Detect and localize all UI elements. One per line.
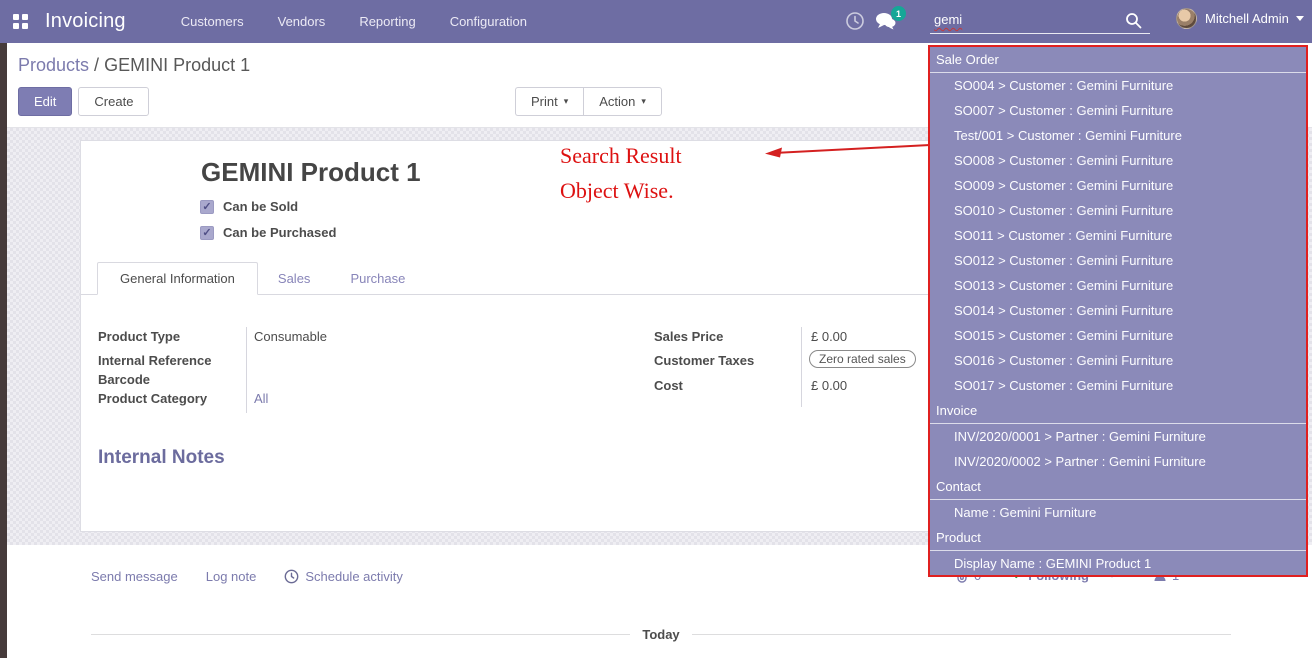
field-separator-right [801, 327, 802, 407]
can-be-purchased-row: ✓ Can be Purchased [200, 225, 336, 240]
activities-clock-icon[interactable] [845, 11, 865, 36]
dropdown-result-item[interactable]: SO013 > Customer : Gemini Furniture [930, 273, 1306, 298]
barcode-label: Barcode [98, 372, 150, 387]
dropdown-result-item[interactable]: Name : Gemini Furniture [930, 500, 1306, 525]
user-name: Mitchell Admin [1205, 11, 1289, 26]
cost-label: Cost [654, 378, 683, 393]
can-be-sold-label: Can be Sold [223, 199, 298, 214]
field-separator-left [246, 327, 247, 413]
send-message-link[interactable]: Send message [91, 569, 178, 584]
can-be-sold-row: ✓ Can be Sold [200, 199, 298, 214]
product-category-label: Product Category [98, 391, 207, 406]
menu-configuration[interactable]: Configuration [450, 14, 527, 29]
dropdown-result-item[interactable]: SO014 > Customer : Gemini Furniture [930, 298, 1306, 323]
print-action-group: Print▾ Action▾ [515, 87, 662, 116]
sales-price-value: £ 0.00 [811, 329, 847, 344]
search-dropdown: Sale OrderSO004 > Customer : Gemini Furn… [928, 45, 1308, 577]
product-category-value-link[interactable]: All [254, 391, 268, 406]
dropdown-section-header: Invoice [930, 398, 1306, 424]
top-navbar: Invoicing Customers Vendors Reporting Co… [0, 0, 1312, 43]
today-divider: Today [91, 627, 1231, 642]
internal-notes-heading: Internal Notes [98, 447, 225, 469]
menu-vendors[interactable]: Vendors [278, 14, 326, 29]
create-button[interactable]: Create [78, 87, 149, 116]
user-menu[interactable]: Mitchell Admin [1176, 8, 1304, 29]
dropdown-result-item[interactable]: SO008 > Customer : Gemini Furniture [930, 148, 1306, 173]
dropdown-section-header: Contact [930, 474, 1306, 500]
product-type-label: Product Type [98, 329, 180, 344]
log-note-link[interactable]: Log note [206, 569, 257, 584]
dropdown-result-item[interactable]: SO010 > Customer : Gemini Furniture [930, 198, 1306, 223]
breadcrumb-current: GEMINI Product 1 [104, 55, 250, 75]
menu-customers[interactable]: Customers [181, 14, 244, 29]
print-dropdown-button[interactable]: Print▾ [515, 87, 583, 116]
user-avatar [1176, 8, 1197, 29]
chevron-down-icon: ▾ [641, 96, 646, 107]
dropdown-result-item[interactable]: Display Name : GEMINI Product 1 [930, 551, 1306, 576]
schedule-activity-link[interactable]: Schedule activity [284, 569, 403, 584]
tab-general-information[interactable]: General Information [97, 262, 258, 295]
can-be-purchased-label: Can be Purchased [223, 225, 336, 240]
apps-menu-icon[interactable] [13, 14, 28, 29]
today-label: Today [630, 627, 691, 642]
dropdown-result-item[interactable]: Test/001 > Customer : Gemini Furniture [930, 123, 1306, 148]
search-icon[interactable] [1125, 12, 1142, 34]
screen: Invoicing Customers Vendors Reporting Co… [0, 0, 1312, 658]
breadcrumb: Products / GEMINI Product 1 [18, 55, 250, 76]
sales-price-label: Sales Price [654, 329, 723, 344]
tab-purchase[interactable]: Purchase [330, 263, 425, 294]
annotation-text: Search Result Object Wise. [560, 138, 682, 208]
tab-sales[interactable]: Sales [258, 263, 331, 294]
product-type-value: Consumable [254, 329, 327, 344]
dropdown-result-item[interactable]: SO009 > Customer : Gemini Furniture [930, 173, 1306, 198]
dropdown-section-header: Sale Order [930, 47, 1306, 73]
cost-value: £ 0.00 [811, 378, 847, 393]
internal-reference-label: Internal Reference [98, 353, 211, 368]
dropdown-result-item[interactable]: SO016 > Customer : Gemini Furniture [930, 348, 1306, 373]
dropdown-section-header: Product [930, 525, 1306, 551]
can-be-sold-checkbox[interactable]: ✓ [200, 200, 214, 214]
record-buttons: Edit Create [18, 87, 149, 116]
customer-taxes-label: Customer Taxes [654, 353, 754, 368]
dropdown-result-item[interactable]: SO015 > Customer : Gemini Furniture [930, 323, 1306, 348]
dropdown-result-item[interactable]: SO011 > Customer : Gemini Furniture [930, 223, 1306, 248]
search-query-text: gemi [934, 12, 962, 27]
dropdown-result-item[interactable]: INV/2020/0002 > Partner : Gemini Furnitu… [930, 449, 1306, 474]
breadcrumb-products-link[interactable]: Products [18, 55, 89, 75]
product-title: GEMINI Product 1 [201, 157, 421, 188]
chevron-down-icon: ▾ [564, 96, 569, 107]
clock-icon [284, 569, 299, 584]
dropdown-result-item[interactable]: SO012 > Customer : Gemini Furniture [930, 248, 1306, 273]
breadcrumb-separator: / [89, 55, 104, 75]
dropdown-result-item[interactable]: SO007 > Customer : Gemini Furniture [930, 98, 1306, 123]
edit-button[interactable]: Edit [18, 87, 72, 116]
dropdown-result-item[interactable]: SO017 > Customer : Gemini Furniture [930, 373, 1306, 398]
app-title: Invoicing [45, 10, 126, 33]
window-edge-strip [0, 43, 7, 658]
menu-reporting[interactable]: Reporting [359, 14, 415, 29]
global-search-input[interactable]: gemi [930, 8, 1150, 34]
action-dropdown-button[interactable]: Action▾ [583, 87, 662, 116]
main-menu: Customers Vendors Reporting Configuratio… [181, 14, 527, 29]
dropdown-result-item[interactable]: INV/2020/0001 > Partner : Gemini Furnitu… [930, 424, 1306, 449]
can-be-purchased-checkbox[interactable]: ✓ [200, 226, 214, 240]
messages-badge: 1 [891, 6, 906, 21]
dropdown-result-item[interactable]: SO004 > Customer : Gemini Furniture [930, 73, 1306, 98]
chevron-down-icon [1296, 16, 1304, 21]
customer-taxes-tag: Zero rated sales [809, 350, 916, 368]
chatter-actions: Send message Log note Schedule activity [91, 569, 403, 584]
annotation-arrow [760, 136, 936, 164]
